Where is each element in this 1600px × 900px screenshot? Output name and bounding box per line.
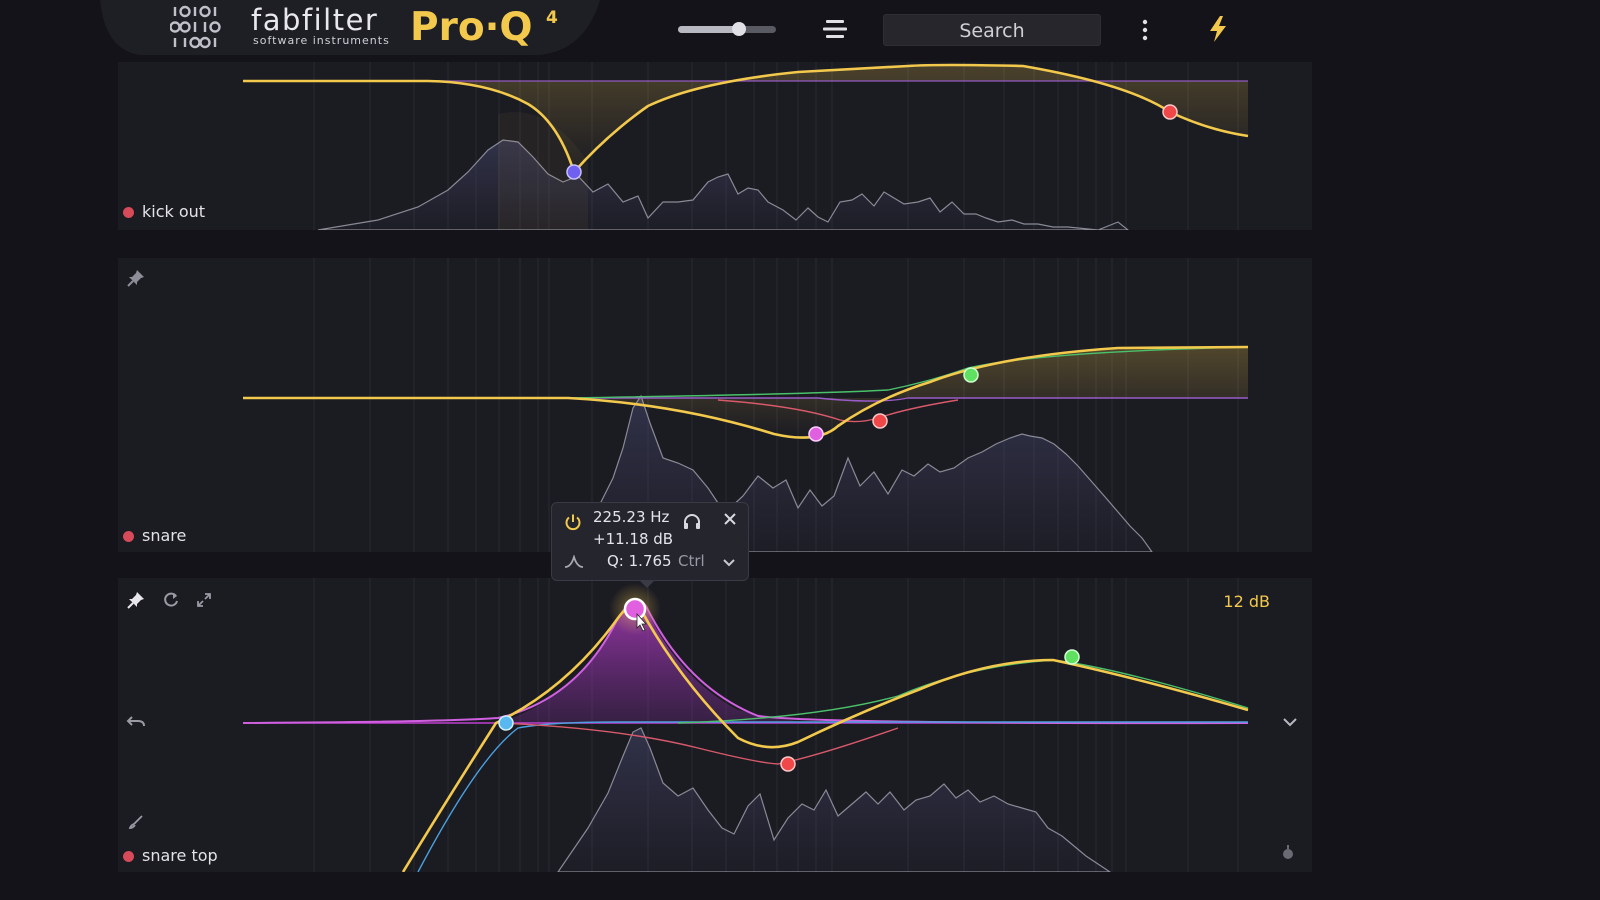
eq-display-snare-top[interactable] bbox=[118, 578, 1312, 872]
brush-icon[interactable] bbox=[128, 814, 144, 830]
eq-band-node-blue bbox=[498, 715, 514, 731]
bell-shape-icon[interactable] bbox=[564, 555, 584, 569]
track-status-dot bbox=[123, 207, 134, 218]
brand-name: fabfilter bbox=[251, 3, 379, 37]
lightning-icon[interactable] bbox=[1205, 14, 1231, 44]
frequency-grid bbox=[313, 578, 1239, 872]
fabfilter-binary-logo-icon bbox=[170, 5, 221, 49]
plugin-header: fabfilter software instruments Pro·Q 4 S… bbox=[0, 0, 1600, 62]
chevron-down-icon[interactable] bbox=[1282, 716, 1298, 728]
track-name: snare top bbox=[142, 846, 218, 865]
track-label-snare-top: snare top bbox=[123, 846, 218, 865]
pin-icon[interactable] bbox=[126, 268, 146, 288]
track-status-dot bbox=[123, 851, 134, 862]
product-version: 4 bbox=[546, 8, 558, 28]
modifier-hint: Ctrl bbox=[678, 552, 705, 570]
eq-band-node-green bbox=[963, 367, 979, 383]
spectrum-analyzer bbox=[317, 139, 1129, 230]
band-curve-red bbox=[497, 722, 899, 765]
band-parameter-popup[interactable]: 225.23 Hz +11.18 dB Q: 1.765 Ctrl bbox=[551, 502, 749, 588]
eq-fill bbox=[243, 347, 1248, 438]
brand-subtitle: software instruments bbox=[253, 34, 390, 47]
pin-icon[interactable] bbox=[126, 590, 146, 610]
eq-band-node-purple bbox=[566, 164, 582, 180]
eq-display-kick-out[interactable] bbox=[118, 62, 1312, 230]
product-name: Pro·Q bbox=[410, 5, 533, 50]
band-curve-pink bbox=[242, 599, 1249, 725]
scroll-indicator-icon[interactable] bbox=[1282, 844, 1294, 860]
output-level-fill bbox=[678, 26, 739, 33]
close-icon[interactable] bbox=[723, 512, 737, 526]
chevron-down-icon[interactable] bbox=[722, 558, 736, 568]
band-frequency[interactable]: 225.23 Hz bbox=[593, 508, 669, 526]
track-name: kick out bbox=[142, 202, 206, 221]
band-q[interactable]: Q: 1.765 bbox=[607, 552, 672, 570]
output-level-thumb[interactable] bbox=[731, 22, 746, 36]
product-logo: Pro·Q 4 bbox=[410, 2, 558, 54]
band-gain[interactable]: +11.18 dB bbox=[593, 530, 673, 548]
gain-scale-label[interactable]: 12 dB bbox=[1223, 592, 1270, 611]
track-name: snare bbox=[142, 526, 187, 545]
expand-icon[interactable] bbox=[196, 592, 212, 608]
track-label-snare: snare bbox=[123, 526, 186, 545]
search-input[interactable]: Search bbox=[883, 14, 1101, 46]
undo-icon[interactable] bbox=[126, 714, 146, 730]
track-label-kick-out: kick out bbox=[123, 202, 205, 221]
hamburger-menu-icon[interactable] bbox=[822, 17, 848, 41]
output-level-slider[interactable] bbox=[678, 22, 776, 36]
headphones-icon[interactable] bbox=[682, 512, 702, 530]
kebab-menu-icon[interactable] bbox=[1140, 19, 1150, 41]
brand: fabfilter software instruments bbox=[251, 4, 390, 47]
eq-band-node-green bbox=[1064, 649, 1080, 665]
track-status-dot bbox=[123, 531, 134, 542]
eq-band-node-red bbox=[1162, 104, 1178, 120]
eq-band-node-red bbox=[872, 413, 888, 429]
popup-pointer bbox=[639, 580, 655, 588]
eq-band-node-pink bbox=[808, 426, 824, 442]
eq-panel-kick-out[interactable]: kick out bbox=[118, 62, 1312, 230]
eq-band-node-red bbox=[780, 756, 796, 772]
band-curve-green bbox=[677, 659, 1249, 724]
power-icon[interactable] bbox=[564, 513, 582, 531]
eq-panel-snare-top[interactable]: 12 dB snare top bbox=[118, 578, 1312, 872]
eq-band-node-pink-selected bbox=[623, 597, 647, 621]
refresh-icon[interactable] bbox=[162, 591, 180, 609]
